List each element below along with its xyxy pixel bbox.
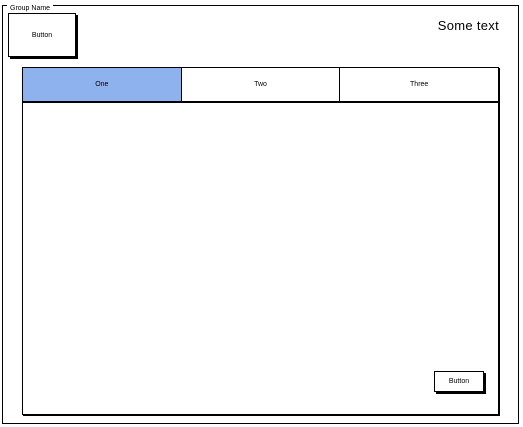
- panel-button[interactable]: Button: [434, 371, 484, 392]
- tab-panel: One Two Three: [22, 67, 499, 415]
- tab-two[interactable]: Two: [180, 68, 340, 101]
- top-button[interactable]: Button: [8, 13, 76, 57]
- tab-one[interactable]: One: [23, 68, 181, 101]
- group-name-label: Group Name: [7, 5, 54, 13]
- tab-three[interactable]: Three: [339, 68, 498, 101]
- header-text: Some text: [437, 18, 499, 33]
- tab-bar: One Two Three: [23, 68, 498, 102]
